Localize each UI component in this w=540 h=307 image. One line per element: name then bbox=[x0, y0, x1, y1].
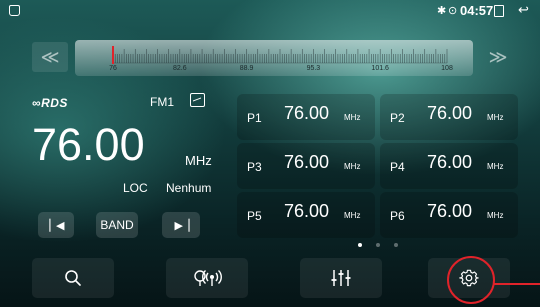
frequency-unit: MHz bbox=[185, 153, 212, 168]
page-dot[interactable] bbox=[376, 243, 380, 247]
seek-forward-button[interactable]: ▶▕ bbox=[162, 212, 200, 238]
preset-frequency: 76.00 bbox=[284, 152, 330, 172]
radio-broadcast-button[interactable] bbox=[166, 258, 248, 298]
preset-frequency: 76.00 bbox=[284, 201, 330, 221]
double-chevron-left-icon: ≪ bbox=[40, 47, 60, 67]
seek-prev-button[interactable]: ≪ bbox=[32, 42, 68, 72]
skip-back-icon: ▏◀ bbox=[49, 220, 65, 232]
preset-frequency: 76.00 bbox=[427, 152, 473, 172]
scale-label: 88.9 bbox=[239, 65, 254, 72]
highlight-circle bbox=[447, 256, 495, 304]
seek-back-button[interactable]: ▏◀ bbox=[38, 212, 74, 238]
preset-unit: MHz bbox=[344, 162, 361, 171]
radio-app: ✱ ⊙ 04:57 ↩ ≪ 76 82.6 88.9 95.3 101.6 108 ≫ ∞… bbox=[0, 0, 540, 307]
equalizer-button[interactable] bbox=[300, 258, 382, 298]
scale-ticks bbox=[112, 49, 448, 64]
loc-label[interactable]: LOC bbox=[123, 181, 148, 195]
scale-label: 95.3 bbox=[306, 65, 321, 72]
skip-forward-icon: ▶▕ bbox=[174, 220, 190, 232]
bluetooth-icon: ✱ bbox=[437, 5, 447, 17]
equalizer-icon bbox=[331, 270, 351, 286]
preset-button[interactable]: P2 76.00 MHz bbox=[380, 94, 518, 140]
frequency-scale[interactable]: 76 82.6 88.9 95.3 101.6 108 bbox=[75, 40, 473, 76]
preset-unit: MHz bbox=[344, 211, 361, 220]
recent-apps-icon[interactable] bbox=[494, 5, 504, 17]
search-icon bbox=[65, 270, 81, 286]
location-pin-icon: ⊙ bbox=[448, 5, 458, 17]
preset-unit: MHz bbox=[344, 113, 361, 122]
image-icon[interactable] bbox=[190, 93, 205, 107]
rds-logo-mark: ∞ bbox=[32, 96, 42, 110]
back-arrow-icon[interactable]: ↩ bbox=[518, 2, 529, 18]
scale-label: 101.6 bbox=[371, 65, 389, 72]
band-label: FM1 bbox=[150, 95, 174, 109]
preset-label: P2 bbox=[390, 111, 405, 125]
preset-unit: MHz bbox=[487, 113, 504, 122]
preset-frequency: 76.00 bbox=[427, 103, 473, 123]
radio-broadcast-icon bbox=[194, 269, 222, 286]
preset-label: P4 bbox=[390, 160, 405, 174]
preset-button[interactable]: P1 76.00 MHz bbox=[237, 94, 375, 140]
rds-station-name: Nenhum bbox=[166, 181, 212, 195]
home-icon[interactable] bbox=[9, 5, 20, 16]
current-frequency: 76.00 bbox=[32, 119, 145, 170]
preset-unit: MHz bbox=[487, 211, 504, 220]
scale-label: 76 bbox=[109, 65, 117, 72]
search-button[interactable] bbox=[32, 258, 114, 298]
preset-button[interactable]: P3 76.00 MHz bbox=[237, 143, 375, 189]
rds-logo-text: RDS bbox=[41, 96, 68, 110]
status-bar: ✱ ⊙ 04:57 ↩ bbox=[0, 0, 540, 22]
seek-next-button[interactable]: ≫ bbox=[480, 42, 516, 72]
scale-label: 82.6 bbox=[172, 65, 187, 72]
clock: 04:57 bbox=[460, 3, 494, 18]
scale-label: 108 bbox=[441, 65, 453, 72]
tuning-needle[interactable] bbox=[112, 46, 114, 64]
band-button[interactable]: BAND bbox=[96, 212, 138, 238]
preset-frequency: 76.00 bbox=[284, 103, 330, 123]
highlight-pointer-line bbox=[493, 283, 540, 285]
rds-logo: ∞RDS bbox=[32, 96, 68, 110]
preset-unit: MHz bbox=[487, 162, 504, 171]
preset-label: P6 bbox=[390, 209, 405, 223]
preset-button[interactable]: P6 76.00 MHz bbox=[380, 192, 518, 238]
preset-label: P3 bbox=[247, 160, 262, 174]
double-chevron-right-icon: ≫ bbox=[488, 47, 508, 67]
preset-button[interactable]: P5 76.00 MHz bbox=[237, 192, 375, 238]
preset-label: P5 bbox=[247, 209, 262, 223]
preset-button[interactable]: P4 76.00 MHz bbox=[380, 143, 518, 189]
preset-frequency: 76.00 bbox=[427, 201, 473, 221]
preset-label: P1 bbox=[247, 111, 262, 125]
page-dot[interactable] bbox=[394, 243, 398, 247]
page-dot[interactable] bbox=[358, 243, 362, 247]
